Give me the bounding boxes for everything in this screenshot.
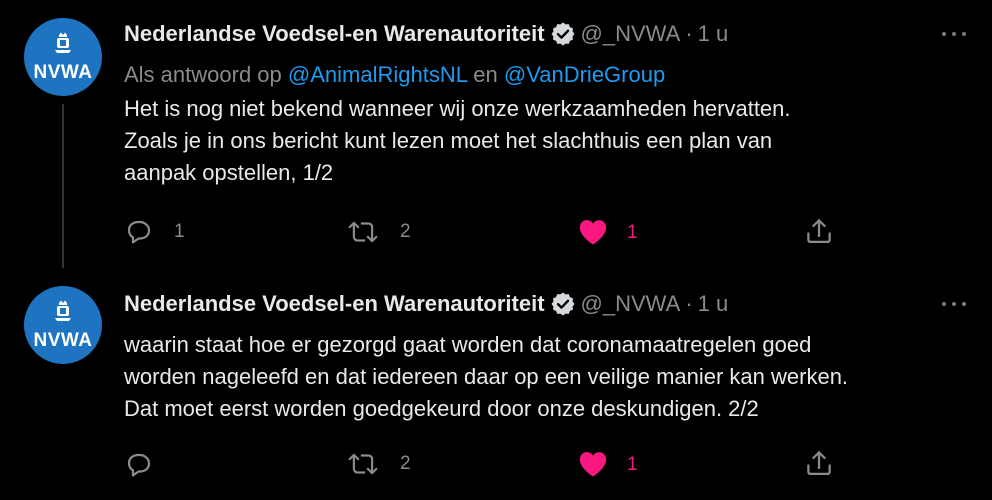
tweet-text: waarin staat hoe er gezorgd gaat worden …	[124, 329, 964, 425]
tweet-text-line: aanpak opstellen, 1/2	[124, 160, 334, 185]
like-button[interactable]: 1	[578, 218, 658, 248]
thread-connector-line	[62, 104, 64, 276]
retweet-icon	[348, 221, 378, 243]
like-heart-icon	[579, 220, 607, 245]
tweet-text-line: Het is nog niet bekend wanneer wij onze …	[124, 96, 791, 121]
verified-badge-icon	[551, 292, 575, 316]
tweet-timestamp[interactable]: 1 u	[698, 21, 729, 46]
author-handle[interactable]: @_NVWA	[581, 291, 681, 316]
share-button[interactable]	[804, 448, 834, 478]
tweet-text: Het is nog niet bekend wanneer wij onze …	[124, 93, 964, 189]
mention-link[interactable]: @VanDrieGroup	[504, 62, 665, 87]
reply-icon	[127, 453, 151, 477]
retweet-count: 2	[400, 221, 411, 242]
tweet-header: Nederlandse Voedsel-en Warenautoriteit @…	[124, 20, 728, 48]
tweet-text-line: waarin staat hoe er gezorgd gaat worden …	[124, 332, 812, 357]
avatar-abbreviation: NVWA	[33, 330, 93, 351]
header-separator: ·	[685, 21, 693, 46]
retweet-button[interactable]: 2	[346, 217, 426, 247]
retweet-count: 2	[400, 453, 411, 474]
tweet[interactable]: NVWA Nederlandse Voedsel-en Warenautorit…	[0, 0, 992, 276]
royal-crest-icon	[55, 32, 71, 53]
reply-button[interactable]: 1	[124, 217, 204, 247]
reply-button[interactable]	[124, 450, 204, 480]
more-options-icon[interactable]	[942, 30, 966, 38]
tweet-timestamp[interactable]: 1 u	[698, 291, 729, 316]
tweet[interactable]: NVWA Nederlandse Voedsel-en Warenautorit…	[0, 268, 992, 500]
author-handle[interactable]: @_NVWA	[581, 21, 681, 46]
like-count: 1	[627, 222, 638, 243]
more-options-icon[interactable]	[942, 300, 966, 308]
tweet-text-line: Zoals je in ons bericht kunt lezen moet …	[124, 128, 773, 153]
verified-badge-icon	[551, 22, 575, 46]
avatar-abbreviation: NVWA	[33, 62, 93, 83]
reply-prefix: Als antwoord op	[124, 62, 282, 87]
tweet-text-line: Dat moet eerst worden goedgekeurd door o…	[124, 396, 759, 421]
share-button[interactable]	[804, 216, 834, 246]
avatar[interactable]: NVWA	[24, 286, 102, 364]
author-name[interactable]: Nederlandse Voedsel-en Warenautoriteit	[124, 291, 545, 316]
retweet-button[interactable]: 2	[346, 449, 426, 479]
like-button[interactable]: 1	[578, 450, 658, 480]
mention-link[interactable]: @AnimalRightsNL	[288, 62, 467, 87]
share-icon	[807, 451, 831, 475]
tweet-header: Nederlandse Voedsel-en Warenautoriteit @…	[124, 290, 728, 318]
reply-icon	[127, 220, 151, 244]
reply-joiner: en	[473, 62, 498, 87]
like-heart-icon	[579, 452, 607, 477]
reply-context: Als antwoord op @AnimalRightsNL en @VanD…	[124, 60, 665, 90]
avatar[interactable]: NVWA	[24, 18, 102, 96]
share-icon	[807, 219, 831, 243]
retweet-icon	[348, 453, 378, 475]
header-separator: ·	[685, 291, 693, 316]
author-name[interactable]: Nederlandse Voedsel-en Warenautoriteit	[124, 21, 545, 46]
royal-crest-icon	[55, 300, 71, 321]
reply-count: 1	[174, 221, 185, 242]
tweet-text-line: worden nageleefd en dat iedereen daar op…	[124, 364, 849, 389]
like-count: 1	[627, 454, 638, 475]
